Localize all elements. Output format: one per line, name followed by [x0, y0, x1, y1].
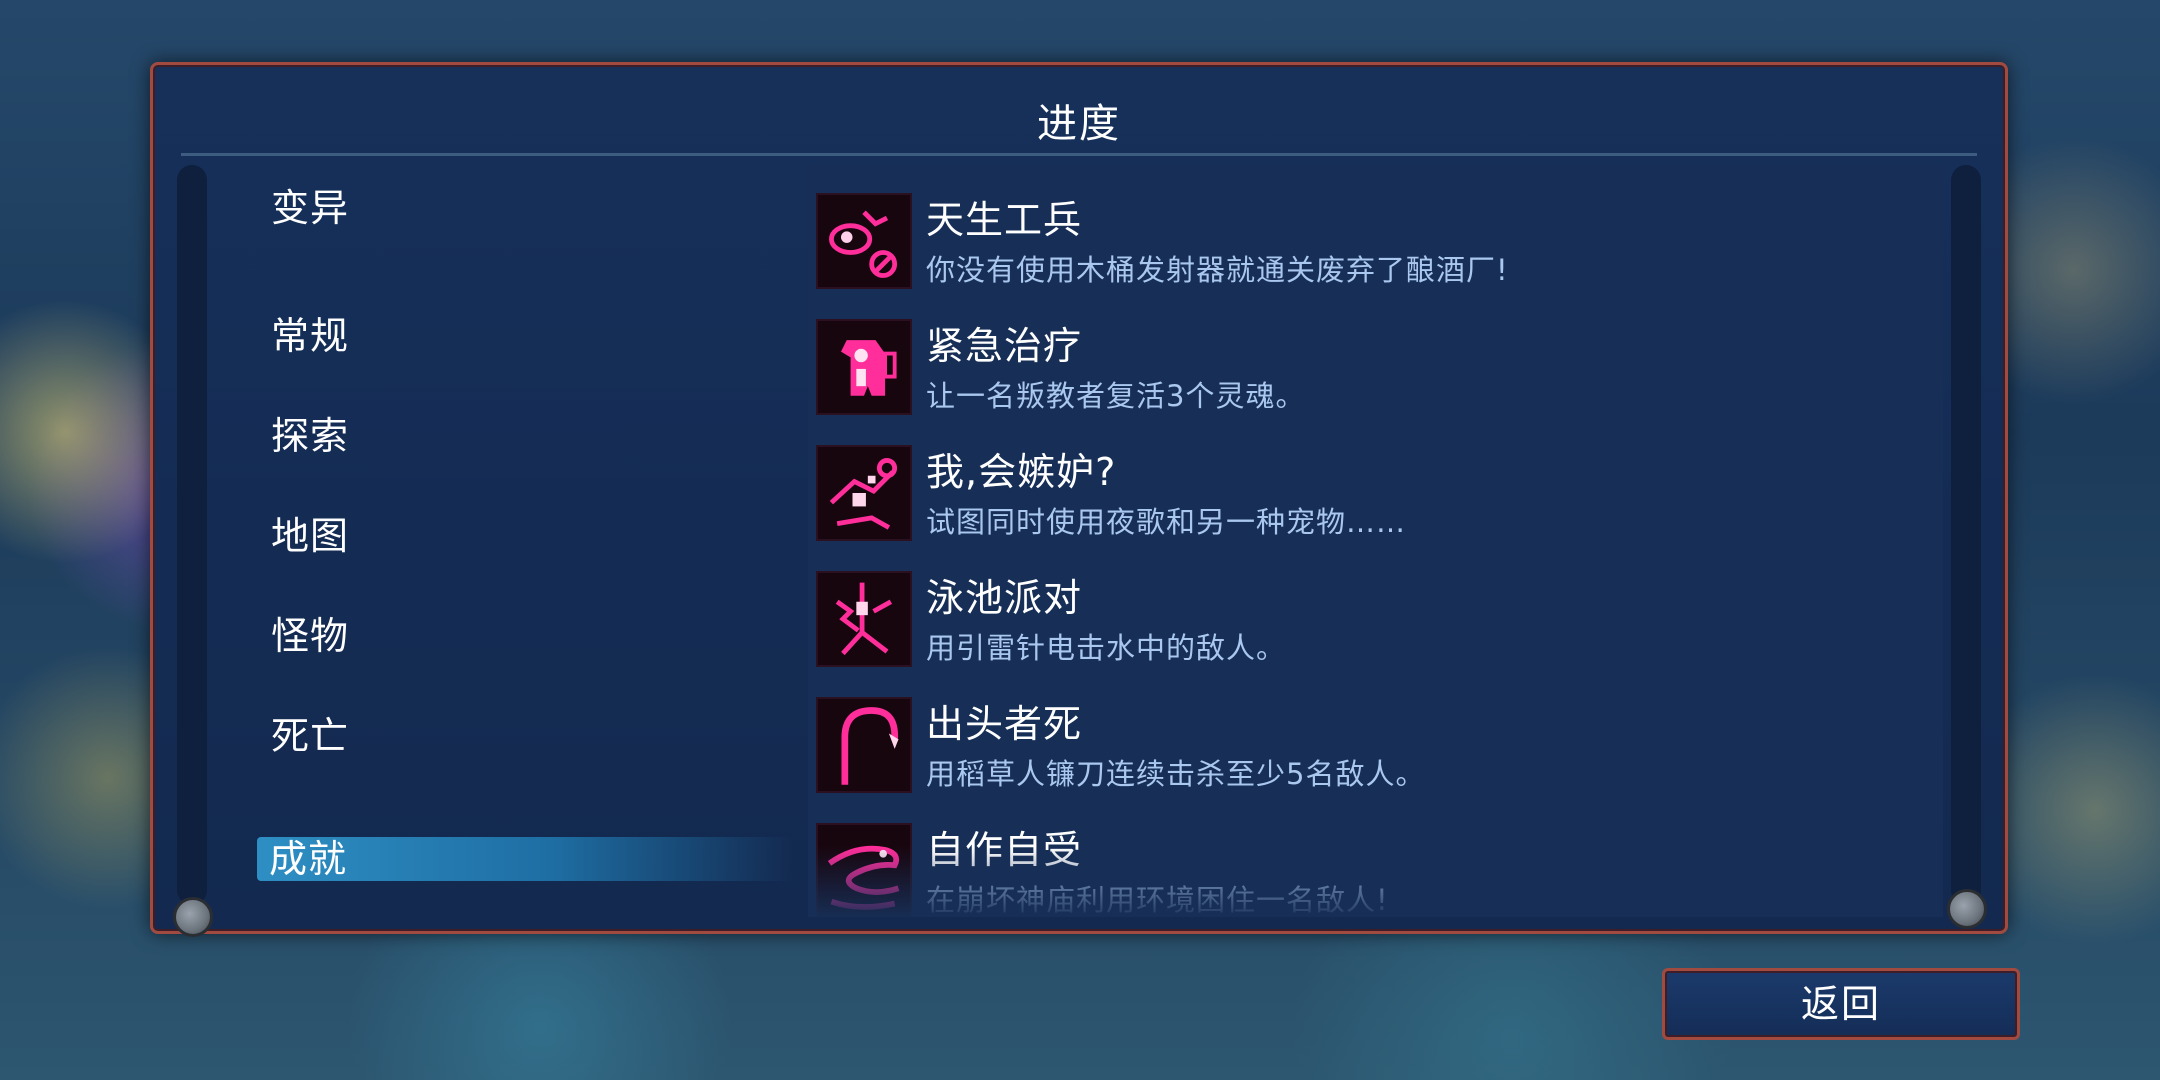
right-scroll-knob[interactable]: [1947, 889, 1987, 929]
left-scroll-knob[interactable]: [173, 897, 213, 937]
right-scroll-rail[interactable]: [1951, 165, 1981, 905]
achievement-list[interactable]: 天生工兵 你没有使用木桶发射器就通关废弃了酿酒厂! 紧急治疗 让一名叛教者复活3…: [808, 165, 1943, 917]
barrel-launcher-crossed-icon: [816, 193, 912, 289]
scythe-icon: [816, 697, 912, 793]
achievement-description: 你没有使用木桶发射器就通关废弃了酿酒厂!: [926, 253, 1509, 287]
trap-serpent-icon: [816, 823, 912, 917]
category-general[interactable]: 常规: [271, 305, 363, 360]
achievement-title: 自作自受: [926, 828, 1083, 872]
achievement-description: 用引雷针电击水中的敌人。: [926, 631, 1287, 665]
category-deaths[interactable]: 死亡: [271, 705, 363, 760]
category-achievements[interactable]: 成就: [257, 837, 793, 881]
achievement-title: 泳池派对: [926, 576, 1083, 620]
achievement-description: 用稻草人镰刀连续击杀至少5名敌人。: [926, 757, 1426, 791]
category-monsters[interactable]: 怪物: [271, 605, 363, 660]
category-exploration[interactable]: 探索: [271, 405, 363, 460]
achievement-row[interactable]: 泳池派对 用引雷针电击水中的敌人。: [808, 543, 1943, 667]
jealous-pet-icon: [816, 445, 912, 541]
category-mutations[interactable]: 变异: [271, 177, 363, 232]
achievement-title: 天生工兵: [926, 198, 1083, 242]
category-map[interactable]: 地图: [271, 505, 363, 560]
title-divider: [181, 153, 1977, 156]
achievement-title: 我,会嫉妒?: [926, 450, 1117, 494]
achievement-description: 让一名叛教者复活3个灵魂。: [926, 379, 1306, 413]
panel-title: 进度: [1037, 101, 1121, 147]
progress-panel: 进度 变异 常规 探索 地图 怪物 死亡 成就 天生工兵 你没有使用木桶发射器就…: [150, 62, 2008, 937]
achievement-row[interactable]: 紧急治疗 让一名叛教者复活3个灵魂。: [808, 291, 1943, 415]
achievement-row[interactable]: 自作自受 在崩坏神庙利用环境困住一名敌人!: [808, 795, 1943, 917]
renegade-revive-icon: [816, 319, 912, 415]
achievement-row[interactable]: 天生工兵 你没有使用木桶发射器就通关废弃了酿酒厂!: [808, 165, 1943, 289]
back-button[interactable]: 返回: [1662, 968, 2020, 1040]
achievement-description: 在崩坏神庙利用环境困住一名敌人!: [926, 883, 1389, 917]
achievement-title: 出头者死: [926, 702, 1083, 746]
achievement-row[interactable]: 出头者死 用稻草人镰刀连续击杀至少5名敌人。: [808, 669, 1943, 793]
achievement-description: 试图同时使用夜歌和另一种宠物……: [926, 505, 1407, 539]
achievement-row[interactable]: 我,会嫉妒? 试图同时使用夜歌和另一种宠物……: [808, 417, 1943, 541]
left-scroll-rail[interactable]: [177, 165, 207, 905]
achievement-title: 紧急治疗: [926, 324, 1083, 368]
lightning-rod-icon: [816, 571, 912, 667]
